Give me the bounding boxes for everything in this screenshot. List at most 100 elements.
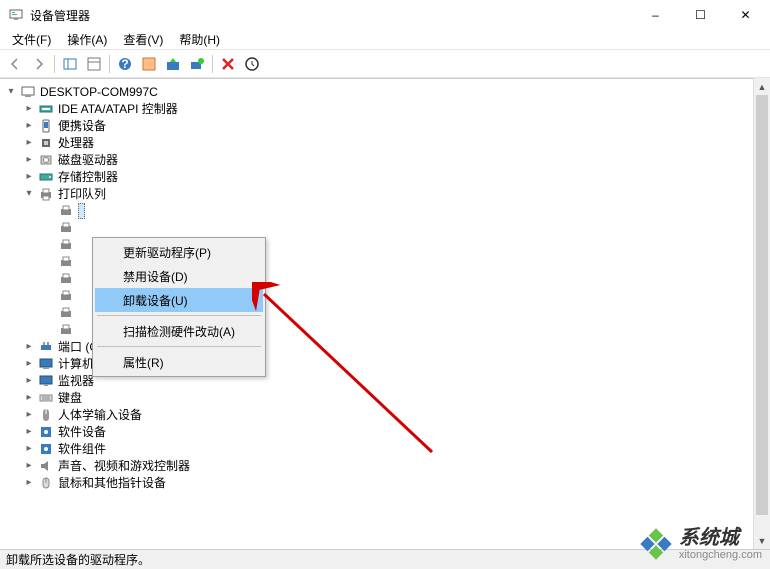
tree-node-label: 监视器: [58, 372, 94, 389]
chevron-right-icon[interactable]: ▸: [22, 357, 36, 371]
toolbar-disable-button[interactable]: [241, 53, 263, 75]
port-icon: [38, 339, 54, 355]
ctx-update-driver[interactable]: 更新驱动程序(P): [95, 240, 263, 264]
cpu-icon: [38, 135, 54, 151]
printer-icon: [58, 305, 74, 321]
tree-node[interactable]: ▸ 软件设备: [0, 423, 770, 440]
chevron-right-icon[interactable]: ▸: [22, 374, 36, 388]
printer-icon: [58, 271, 74, 287]
watermark-url: xitongcheng.com: [679, 549, 762, 561]
tree-node-label: IDE ATA/ATAPI 控制器: [58, 100, 178, 117]
toolbar-forward-button[interactable]: [28, 53, 50, 75]
toolbar-scan-button[interactable]: [186, 53, 208, 75]
chevron-down-icon[interactable]: ▾: [22, 187, 36, 201]
app-icon: [8, 7, 24, 23]
minimize-button[interactable]: –: [633, 1, 678, 29]
tree-node-label: 键盘: [58, 389, 82, 406]
chevron-right-icon[interactable]: ▸: [22, 442, 36, 456]
tree-node[interactable]: ▸ 键盘: [0, 389, 770, 406]
scrollbar[interactable]: ▲ ▼: [753, 78, 770, 549]
tree-node-label: 计算机: [58, 355, 94, 372]
ide-icon: [38, 101, 54, 117]
ctx-uninstall-device[interactable]: 卸载设备(U): [95, 288, 263, 312]
menu-file[interactable]: 文件(F): [4, 29, 59, 50]
ctx-disable-device[interactable]: 禁用设备(D): [95, 264, 263, 288]
toolbar-uninstall-button[interactable]: [217, 53, 239, 75]
chevron-right-icon[interactable]: ▸: [22, 340, 36, 354]
printer-icon: [38, 186, 54, 202]
portable-icon: [38, 118, 54, 134]
tree-node-label: 声音、视频和游戏控制器: [58, 457, 190, 474]
chevron-right-icon[interactable]: ▸: [22, 391, 36, 405]
tree-node[interactable]: ▸ 人体学输入设备: [0, 406, 770, 423]
tree-node[interactable]: ▸ IDE ATA/ATAPI 控制器: [0, 100, 770, 117]
tree-node-label: 软件组件: [58, 440, 106, 457]
ctx-properties[interactable]: 属性(R): [95, 350, 263, 374]
tree-node-label: 便携设备: [58, 117, 106, 134]
hid-icon: [38, 407, 54, 423]
chevron-right-icon[interactable]: ▸: [22, 102, 36, 116]
tree-node-label: 软件设备: [58, 423, 106, 440]
scroll-up-icon[interactable]: ▲: [754, 78, 770, 95]
monitor-icon: [38, 373, 54, 389]
menu-separator: [97, 346, 261, 347]
watermark: 系统城 xitongcheng.com: [639, 527, 762, 561]
context-menu: 更新驱动程序(P) 禁用设备(D) 卸载设备(U) 扫描检测硬件改动(A) 属性…: [92, 237, 266, 377]
toolbar-properties-button[interactable]: [83, 53, 105, 75]
menu-help[interactable]: 帮助(H): [171, 29, 228, 50]
svg-text:?: ?: [121, 57, 128, 71]
printer-icon: [58, 288, 74, 304]
menu-action[interactable]: 操作(A): [59, 29, 115, 50]
tree-node-label: 处理器: [58, 134, 94, 151]
computer-icon: [20, 84, 36, 100]
tree-node[interactable]: ▸ 声音、视频和游戏控制器: [0, 457, 770, 474]
sound-icon: [38, 458, 54, 474]
toolbar-refresh-button[interactable]: [138, 53, 160, 75]
menu-separator: [97, 315, 261, 316]
tree-node-label: 人体学输入设备: [58, 406, 142, 423]
tree-node-label: 鼠标和其他指针设备: [58, 474, 166, 491]
chevron-right-icon[interactable]: ▸: [22, 459, 36, 473]
ctx-scan-hardware[interactable]: 扫描检测硬件改动(A): [95, 319, 263, 343]
soft-icon: [38, 424, 54, 440]
chevron-right-icon[interactable]: ▸: [22, 170, 36, 184]
close-button[interactable]: ✕: [723, 1, 768, 29]
computer-icon: [38, 356, 54, 372]
watermark-title: 系统城: [679, 527, 762, 549]
toolbar-help-button[interactable]: ?: [114, 53, 136, 75]
tree-node-label: 磁盘驱动器: [58, 151, 118, 168]
chevron-right-icon[interactable]: ▸: [22, 136, 36, 150]
chevron-right-icon[interactable]: ▸: [22, 425, 36, 439]
tree-root[interactable]: ▾ DESKTOP-COM997C: [0, 83, 770, 100]
tree-item-printer-selected[interactable]: [0, 202, 770, 219]
chevron-right-icon[interactable]: ▸: [22, 119, 36, 133]
storage-icon: [38, 169, 54, 185]
chevron-right-icon[interactable]: ▸: [22, 153, 36, 167]
watermark-logo-icon: [639, 527, 673, 561]
chevron-down-icon[interactable]: ▾: [4, 85, 18, 99]
tree-node[interactable]: ▸存储控制器: [0, 168, 770, 185]
menu-view[interactable]: 查看(V): [115, 29, 171, 50]
toolbar: ?: [0, 50, 770, 78]
tree-node[interactable]: ▸ 软件组件: [0, 440, 770, 457]
toolbar-showhide-button[interactable]: [59, 53, 81, 75]
tree-node[interactable]: ▸ 鼠标和其他指针设备: [0, 474, 770, 491]
chevron-right-icon[interactable]: ▸: [22, 408, 36, 422]
maximize-button[interactable]: ☐: [678, 1, 723, 29]
tree-node[interactable]: ▸ 处理器: [0, 134, 770, 151]
disk-icon: [38, 152, 54, 168]
tree-node-print-queue[interactable]: ▾ 打印队列: [0, 185, 770, 202]
printer-icon: [58, 203, 74, 219]
tree-item-printer[interactable]: [0, 219, 770, 236]
tree-node[interactable]: ▸ 磁盘驱动器: [0, 151, 770, 168]
printer-icon: [58, 254, 74, 270]
tree-node[interactable]: ▸ 便携设备: [0, 117, 770, 134]
chevron-right-icon[interactable]: ▸: [22, 476, 36, 490]
toolbar-update-button[interactable]: [162, 53, 184, 75]
scroll-thumb[interactable]: [756, 95, 768, 515]
toolbar-back-button[interactable]: [4, 53, 26, 75]
title-bar: 设备管理器 – ☐ ✕: [0, 0, 770, 30]
printer-icon: [58, 322, 74, 338]
soft-icon: [38, 441, 54, 457]
menu-bar: 文件(F) 操作(A) 查看(V) 帮助(H): [0, 30, 770, 50]
